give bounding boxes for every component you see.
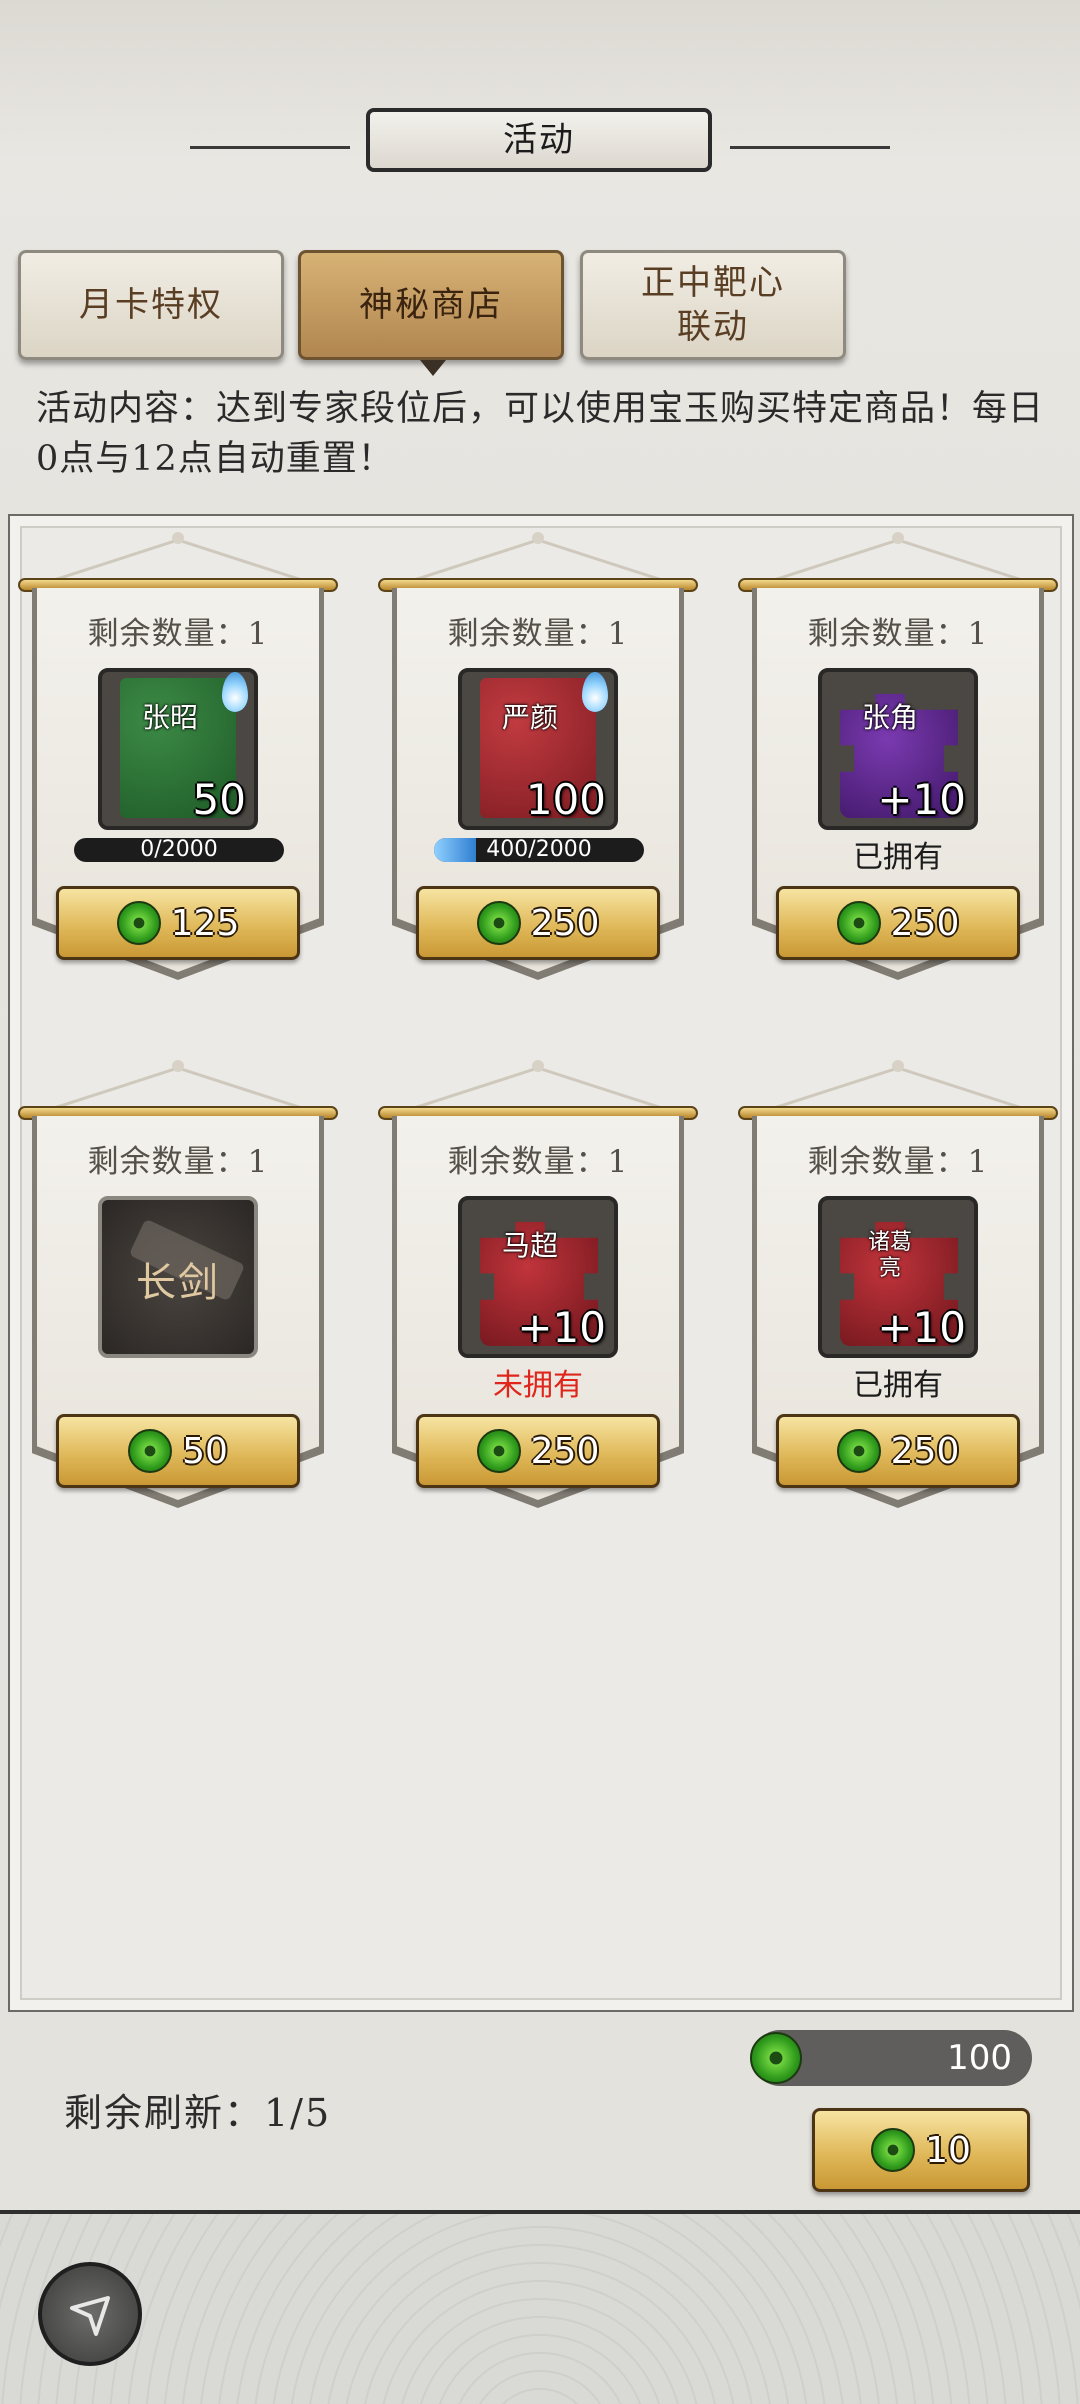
- jade-icon: [750, 2032, 802, 2084]
- shop-item: 剩余数量：1 诸葛亮 +10 已拥有 250: [738, 1048, 1058, 1508]
- item-name: 诸葛亮: [867, 1230, 912, 1281]
- bottom-bar: [0, 2210, 1080, 2404]
- price-value: 250: [530, 1430, 600, 1472]
- item-count: +10: [517, 1303, 606, 1352]
- hanging-string: [48, 1060, 308, 1112]
- owned-status: 已拥有: [853, 1368, 943, 1403]
- owned-status: 未拥有: [493, 1368, 583, 1403]
- jade-icon: [116, 901, 161, 945]
- item-icon[interactable]: 长剑: [98, 1196, 258, 1358]
- price-value: 250: [530, 902, 600, 944]
- item-icon[interactable]: 严颜 100: [458, 668, 618, 830]
- buy-button[interactable]: 50: [56, 1414, 300, 1488]
- price-value: 50: [182, 1430, 228, 1472]
- refresh-button[interactable]: 10: [812, 2108, 1030, 2192]
- remaining-quantity: 剩余数量：1: [87, 616, 269, 652]
- soul-flame-icon: [582, 672, 608, 712]
- tab-label: 神秘商店: [359, 285, 503, 325]
- buy-button[interactable]: 250: [776, 1414, 1020, 1488]
- item-name: 马超: [501, 1229, 558, 1262]
- jade-icon: [128, 1429, 173, 1473]
- progress-text: 400/2000: [486, 838, 592, 862]
- jade-icon: [476, 1429, 521, 1473]
- remaining-quantity: 剩余数量：1: [87, 1144, 269, 1180]
- shop-item: 剩余数量：1 张角 +10 已拥有 250: [738, 520, 1058, 980]
- buy-button[interactable]: 125: [56, 886, 300, 960]
- shop-item: 剩余数量：1 长剑 50: [18, 1048, 338, 1508]
- hanging-string: [408, 532, 668, 584]
- remaining-quantity: 剩余数量：1: [807, 616, 989, 652]
- jade-balance: 100: [750, 2030, 1032, 2086]
- header-divider-left: [190, 146, 350, 149]
- item-name: 严颜: [501, 701, 558, 734]
- refresh-cost: 10: [925, 2129, 971, 2171]
- buy-button[interactable]: 250: [776, 886, 1020, 960]
- jade-icon: [836, 901, 881, 945]
- header-divider-right: [730, 146, 890, 149]
- hanging-string: [768, 532, 1028, 584]
- item-count: +10: [877, 775, 966, 824]
- jade-icon: [871, 2128, 916, 2172]
- tab-collab[interactable]: 正中靶心 联动: [580, 250, 846, 360]
- item-icon[interactable]: 诸葛亮 +10: [818, 1196, 978, 1358]
- buy-button[interactable]: 250: [416, 1414, 660, 1488]
- back-arrow-icon: [70, 2296, 110, 2336]
- shop-item: 剩余数量：1 马超 +10 未拥有 250: [378, 1048, 698, 1508]
- item-name: 张角: [861, 701, 918, 734]
- shop-item: 剩余数量：1 严颜 100 400/2000 250: [378, 520, 698, 980]
- item-name: 长剑: [136, 1260, 220, 1306]
- item-count: +10: [877, 1303, 966, 1352]
- active-tab-indicator: [420, 360, 446, 376]
- buy-button[interactable]: 250: [416, 886, 660, 960]
- price-value: 125: [170, 902, 240, 944]
- remaining-quantity: 剩余数量：1: [447, 1144, 629, 1180]
- back-button[interactable]: [38, 2262, 142, 2366]
- progress-text: 0/2000: [140, 838, 218, 862]
- item-count: 50: [192, 775, 246, 824]
- hanging-string: [768, 1060, 1028, 1112]
- page-title: 活动: [366, 108, 712, 172]
- progress-bar: 0/2000: [74, 838, 284, 862]
- item-count: 100: [525, 775, 606, 824]
- hanging-string: [48, 532, 308, 584]
- tab-monthly-card[interactable]: 月卡特权: [18, 250, 284, 360]
- remaining-quantity: 剩余数量：1: [447, 616, 629, 652]
- price-value: 250: [890, 1430, 960, 1472]
- shop-item: 剩余数量：1 张昭 50 0/2000 125: [18, 520, 338, 980]
- hanging-string: [408, 1060, 668, 1112]
- tab-label: 月卡特权: [79, 285, 223, 325]
- item-icon[interactable]: 张角 +10: [818, 668, 978, 830]
- jade-icon: [836, 1429, 881, 1473]
- progress-bar: 400/2000: [434, 838, 644, 862]
- balance-value: 100: [947, 2038, 1012, 2078]
- soul-flame-icon: [222, 672, 248, 712]
- item-icon[interactable]: 张昭 50: [98, 668, 258, 830]
- jade-icon: [476, 901, 521, 945]
- refresh-count: 剩余刷新：1/5: [64, 2091, 332, 2135]
- remaining-quantity: 剩余数量：1: [807, 1144, 989, 1180]
- item-name: 张昭: [141, 701, 198, 734]
- item-icon[interactable]: 马超 +10: [458, 1196, 618, 1358]
- activity-description: 活动内容：达到专家段位后，可以使用宝玉购买特定商品！每日0点与12点自动重置！: [36, 389, 1045, 479]
- price-value: 250: [890, 902, 960, 944]
- tab-label: 正中靶心 联动: [641, 263, 785, 347]
- owned-status: 已拥有: [853, 840, 943, 875]
- tab-mystery-shop[interactable]: 神秘商店: [298, 250, 564, 360]
